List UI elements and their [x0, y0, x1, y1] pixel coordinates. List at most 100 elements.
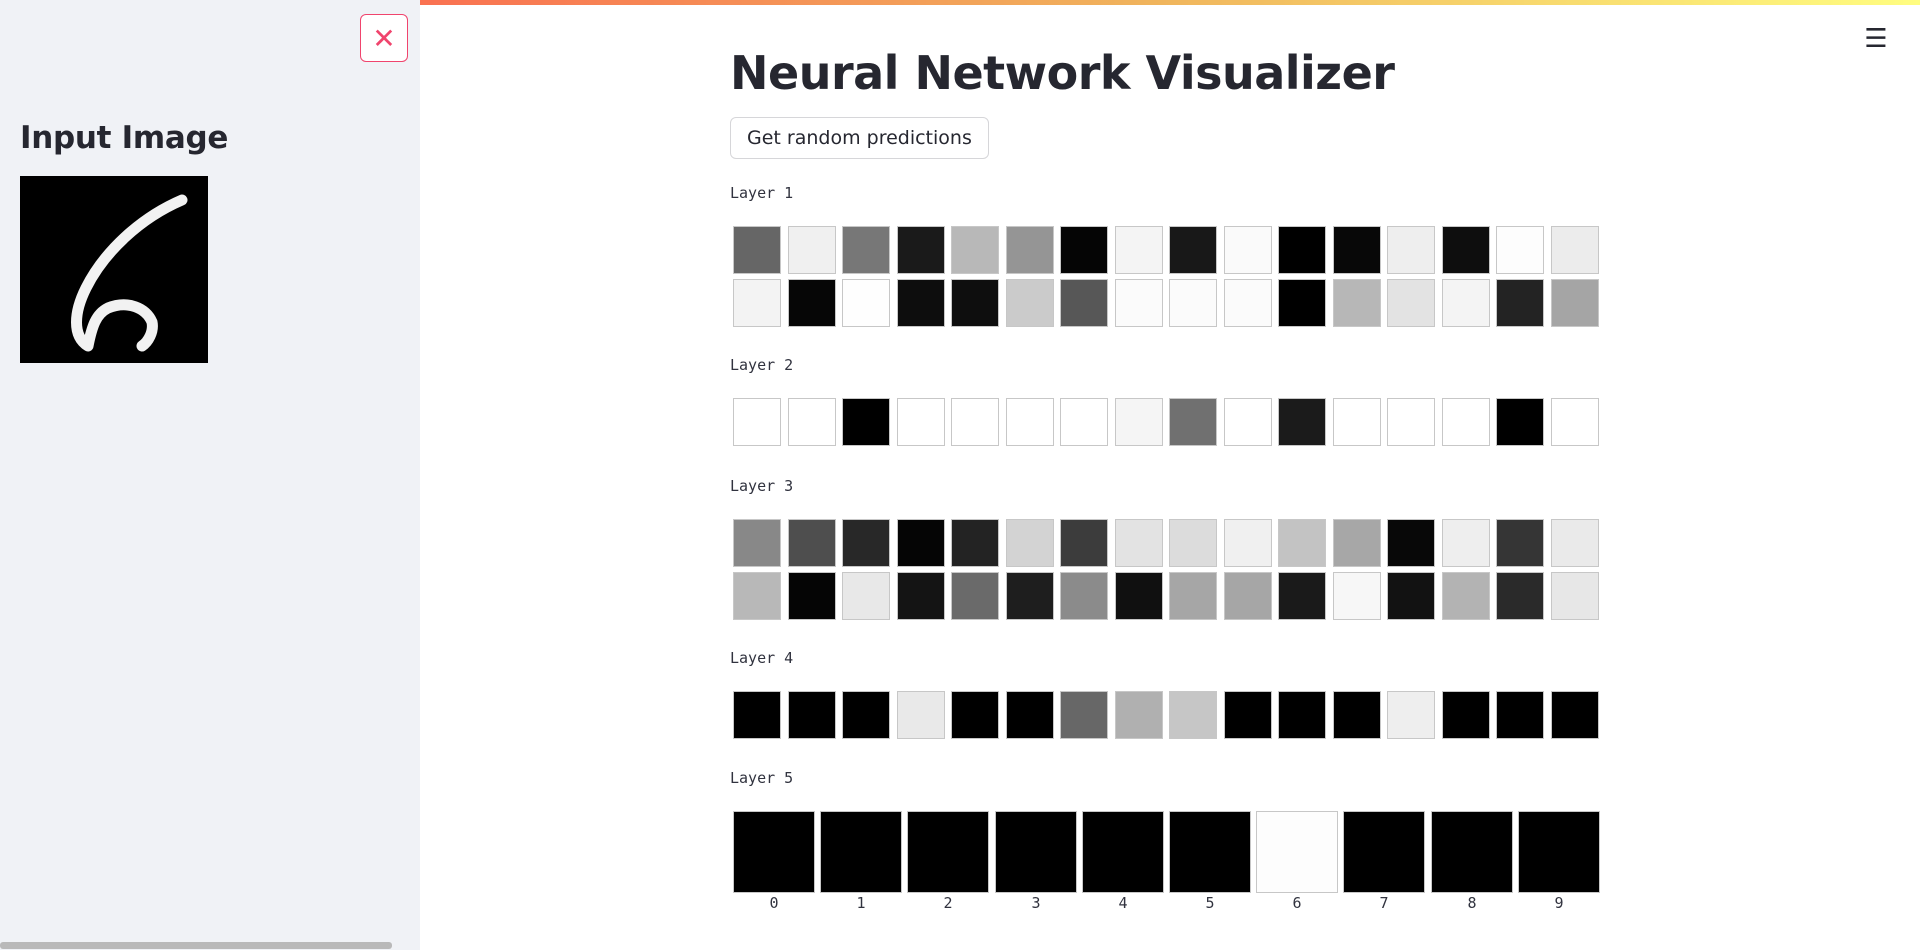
neuron-cell: [1551, 279, 1599, 327]
neuron-cell: [1333, 279, 1381, 327]
neuron-cell: [1551, 691, 1599, 739]
neuron-cell: [1442, 519, 1490, 567]
output-digit-label: 5: [1205, 894, 1215, 912]
neuron-cell: [1060, 226, 1108, 274]
neuron-cell: [1169, 226, 1217, 274]
neuron-cell: [1333, 226, 1381, 274]
neuron-cell: [1060, 279, 1108, 327]
output-neuron-cell: [733, 811, 815, 893]
neuron-cell: [1224, 398, 1272, 446]
layer-label: Layer 3: [730, 477, 794, 495]
neuron-cell: [1006, 519, 1054, 567]
output-digit-label: 1: [856, 894, 866, 912]
neuron-cell: [1496, 691, 1544, 739]
neuron-cell: [1224, 226, 1272, 274]
neuron-cell: [842, 226, 890, 274]
neuron-cell: [788, 572, 836, 620]
neuron-cell: [897, 519, 945, 567]
neuron-cell: [951, 572, 999, 620]
neuron-cell: [1278, 691, 1326, 739]
output-neuron-cell: [1431, 811, 1513, 893]
output-neuron-cell: [1082, 811, 1164, 893]
neuron-cell: [733, 572, 781, 620]
output-digit-label: 8: [1467, 894, 1477, 912]
neuron-cell: [1333, 572, 1381, 620]
output-neuron-cell: [1518, 811, 1600, 893]
neuron-cell: [1496, 226, 1544, 274]
neuron-cell: [1442, 572, 1490, 620]
neuron-cell: [1115, 519, 1163, 567]
neuron-cell: [1115, 398, 1163, 446]
neuron-cell: [951, 691, 999, 739]
neuron-cell: [1442, 279, 1490, 327]
output-neuron-cell: [1343, 811, 1425, 893]
neuron-cell: [788, 691, 836, 739]
close-sidebar-button[interactable]: ✕: [360, 14, 408, 62]
output-neuron-cell: [995, 811, 1077, 893]
neuron-cell: [733, 226, 781, 274]
neuron-cell: [1169, 572, 1217, 620]
neuron-cell: [733, 398, 781, 446]
output-digit-label: 9: [1554, 894, 1564, 912]
output-digit-label: 2: [943, 894, 953, 912]
neuron-cell: [897, 398, 945, 446]
neuron-cell: [1060, 398, 1108, 446]
neuron-cell: [1551, 226, 1599, 274]
neuron-cell: [1333, 519, 1381, 567]
neuron-cell: [1387, 691, 1435, 739]
neuron-cell: [1551, 572, 1599, 620]
neuron-cell: [842, 279, 890, 327]
neuron-cell: [1224, 279, 1272, 327]
neuron-cell: [951, 519, 999, 567]
neuron-cell: [1006, 226, 1054, 274]
neuron-cell: [1551, 398, 1599, 446]
neuron-cell: [733, 519, 781, 567]
neuron-cell: [788, 519, 836, 567]
neuron-cell: [1278, 226, 1326, 274]
neuron-cell: [1442, 691, 1490, 739]
output-digit-label: 4: [1118, 894, 1128, 912]
input-image: [20, 176, 208, 363]
neuron-cell: [1060, 519, 1108, 567]
neuron-cell: [842, 572, 890, 620]
neuron-cell: [1224, 519, 1272, 567]
layer-label: Layer 5: [730, 769, 794, 787]
output-digit-label: 3: [1031, 894, 1041, 912]
neuron-cell: [1387, 398, 1435, 446]
neuron-cell: [1333, 691, 1381, 739]
neuron-cell: [951, 226, 999, 274]
neuron-cell: [1496, 398, 1544, 446]
output-digit-label: 7: [1379, 894, 1389, 912]
get-random-predictions-button[interactable]: Get random predictions: [730, 117, 989, 159]
neuron-cell: [951, 398, 999, 446]
neuron-cell: [897, 572, 945, 620]
neuron-cell: [1115, 572, 1163, 620]
neuron-cell: [1387, 519, 1435, 567]
neuron-cell: [733, 279, 781, 327]
neuron-cell: [1115, 226, 1163, 274]
neuron-cell: [788, 279, 836, 327]
neuron-cell: [1496, 519, 1544, 567]
neuron-cell: [1224, 691, 1272, 739]
neuron-cell: [1169, 519, 1217, 567]
neuron-cell: [897, 691, 945, 739]
output-neuron-cell: [1169, 811, 1251, 893]
neuron-cell: [1387, 572, 1435, 620]
hamburger-menu-icon[interactable]: ☰: [1862, 23, 1890, 53]
horizontal-scrollbar[interactable]: [0, 942, 392, 949]
neuron-cell: [897, 226, 945, 274]
neuron-cell: [1115, 691, 1163, 739]
neuron-cell: [1496, 572, 1544, 620]
neuron-cell: [1278, 519, 1326, 567]
neuron-cell: [842, 398, 890, 446]
neuron-cell: [1169, 279, 1217, 327]
neuron-cell: [897, 279, 945, 327]
neuron-cell: [788, 398, 836, 446]
neuron-cell: [1115, 279, 1163, 327]
sidebar-heading: Input Image: [20, 120, 229, 156]
output-digit-label: 0: [769, 894, 779, 912]
neuron-cell: [1060, 691, 1108, 739]
close-x-icon: ✕: [372, 22, 396, 54]
neuron-cell: [1278, 572, 1326, 620]
neuron-cell: [1278, 398, 1326, 446]
